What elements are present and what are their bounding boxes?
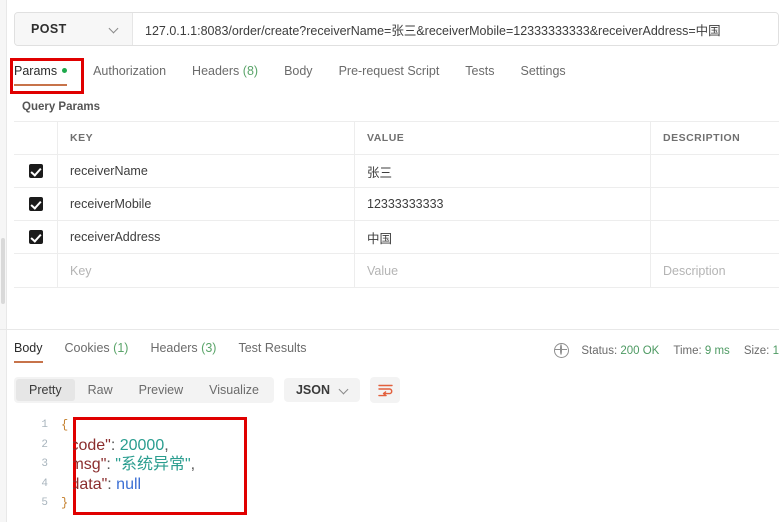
response-tabs: Body Cookies (1) Headers (3) Test Result… [14, 341, 329, 363]
response-format-select[interactable]: JSON [283, 378, 360, 402]
row-key-input[interactable]: receiverName [58, 155, 355, 187]
response-tab-test-results[interactable]: Test Results [238, 341, 306, 363]
query-params-table: KEY VALUE DESCRIPTION receiverName 张三 re… [14, 121, 779, 288]
request-url-text: 127.0.1.1:8083/order/create?receiverName… [145, 23, 721, 38]
response-meta: Status: 200 OK Time: 9 ms Size: 1 [554, 343, 779, 358]
response-format-label: JSON [295, 383, 330, 397]
line-number-gutter: 12345 [41, 419, 48, 509]
query-params-title: Query Params [22, 101, 100, 113]
time-label: Time: [673, 344, 702, 357]
word-wrap-button[interactable] [370, 377, 400, 403]
chevron-down-icon [340, 385, 350, 395]
table-header-row: KEY VALUE DESCRIPTION [14, 122, 779, 155]
row-checkbox-cell [14, 188, 58, 220]
row-key-text: receiverName [70, 164, 148, 178]
row-key-text: receiverMobile [70, 197, 152, 211]
tab-settings[interactable]: Settings [520, 60, 565, 86]
http-method-select[interactable]: POST [15, 13, 133, 45]
word-wrap-icon [377, 384, 393, 396]
response-tab-cookies-count: (1) [113, 341, 129, 355]
table-row: receiverAddress 中国 [14, 221, 779, 254]
time-value: 9 ms [704, 344, 730, 357]
tab-pre-request-script[interactable]: Pre-request Script [339, 60, 440, 86]
header-cell-description: DESCRIPTION [663, 132, 741, 144]
tab-tests[interactable]: Tests [465, 60, 494, 86]
row-value-input[interactable]: 12333333333 [355, 188, 651, 220]
params-modified-dot-icon [62, 68, 68, 73]
tab-headers[interactable]: Headers (8) [192, 60, 258, 86]
header-cell-checkbox [14, 122, 58, 154]
row-key-input[interactable]: receiverAddress [58, 221, 355, 253]
globe-icon [554, 343, 570, 358]
view-mode-visualize[interactable]: Visualize [196, 379, 272, 401]
tab-settings-label: Settings [520, 64, 566, 78]
response-body-viewer[interactable]: 12345 { "code": 20000, "msg": "系统异常", "d… [14, 412, 779, 522]
row-checkbox-cell [14, 221, 58, 253]
tab-body-label: Body [284, 64, 313, 78]
row-value-text: 12333333333 [367, 197, 444, 211]
view-mode-preview[interactable]: Preview [126, 379, 196, 401]
status-badge: Status: 200 OK [581, 345, 659, 357]
view-mode-raw[interactable]: Raw [75, 379, 126, 401]
tab-body[interactable]: Body [284, 60, 313, 86]
response-tab-headers-label: Headers [150, 341, 198, 355]
empty-row-checkbox-cell [14, 254, 58, 287]
row-checkbox-cell [14, 155, 58, 187]
table-row: receiverName 张三 [14, 155, 779, 188]
header-cell-key: KEY [58, 122, 355, 154]
row-key-input[interactable]: receiverMobile [58, 188, 355, 220]
time-badge: Time: 9 ms [673, 345, 729, 357]
response-viewer-toolbar: Pretty Raw Preview Visualize JSON [14, 377, 400, 403]
size-badge: Size: 1 [744, 345, 779, 357]
empty-row-description-input[interactable]: Description [651, 254, 779, 287]
response-tab-headers-count: (3) [201, 341, 217, 355]
row-value-text: 中国 [367, 231, 393, 246]
response-divider [0, 329, 779, 330]
response-tab-cookies-label: Cookies [64, 341, 110, 355]
request-tabs: Params Authorization Headers (8) Body Pr… [14, 60, 779, 90]
tab-headers-count: (8) [242, 64, 259, 78]
tab-authorization-label: Authorization [93, 64, 167, 78]
size-value: 1 [772, 344, 779, 357]
tab-tests-label: Tests [465, 64, 495, 78]
left-rail-scrollbar-thumb[interactable] [1, 238, 5, 304]
tab-headers-label: Headers [192, 64, 240, 78]
header-cell-value: VALUE [355, 122, 651, 154]
row-value-input[interactable]: 中国 [355, 221, 651, 253]
row-value-text: 张三 [367, 165, 393, 180]
response-tab-test-results-label: Test Results [238, 341, 307, 355]
response-tab-body-label: Body [14, 341, 43, 355]
table-row: receiverMobile 12333333333 [14, 188, 779, 221]
row-description-input[interactable] [651, 188, 779, 220]
view-mode-pretty[interactable]: Pretty [16, 379, 75, 401]
view-mode-group: Pretty Raw Preview Visualize [14, 377, 274, 403]
request-url-input[interactable]: 127.0.1.1:8083/order/create?receiverName… [133, 13, 778, 45]
response-tab-cookies[interactable]: Cookies (1) [65, 341, 129, 363]
row-key-text: receiverAddress [70, 230, 161, 244]
empty-row-value-input[interactable]: Value [355, 254, 651, 287]
row-value-input[interactable]: 张三 [355, 155, 651, 187]
empty-row-key-input[interactable]: Key [58, 254, 355, 287]
tab-params[interactable]: Params [14, 60, 68, 86]
status-value: 200 OK [620, 344, 660, 357]
row-checkbox[interactable] [28, 230, 43, 244]
postman-window: POST 127.0.1.1:8083/order/create?receive… [0, 0, 779, 522]
tab-params-label: Params [14, 64, 58, 78]
json-code: { "code": 20000, "msg": "系统异常", "data": … [61, 418, 210, 510]
response-tab-body[interactable]: Body [14, 341, 43, 363]
chevron-down-icon [110, 24, 120, 34]
row-checkbox[interactable] [28, 197, 43, 211]
tab-authorization[interactable]: Authorization [93, 60, 166, 86]
response-tab-headers[interactable]: Headers (3) [150, 341, 216, 363]
row-description-input[interactable] [651, 155, 779, 187]
size-label: Size: [743, 344, 770, 357]
status-label: Status: [581, 344, 618, 357]
left-rail [0, 0, 7, 522]
tab-pre-request-script-label: Pre-request Script [338, 64, 440, 78]
row-checkbox[interactable] [28, 164, 43, 178]
table-empty-row: Key Value Description [14, 254, 779, 287]
row-description-input[interactable] [651, 221, 779, 253]
http-method-label: POST [31, 22, 67, 36]
request-url-bar: POST 127.0.1.1:8083/order/create?receive… [14, 12, 779, 46]
